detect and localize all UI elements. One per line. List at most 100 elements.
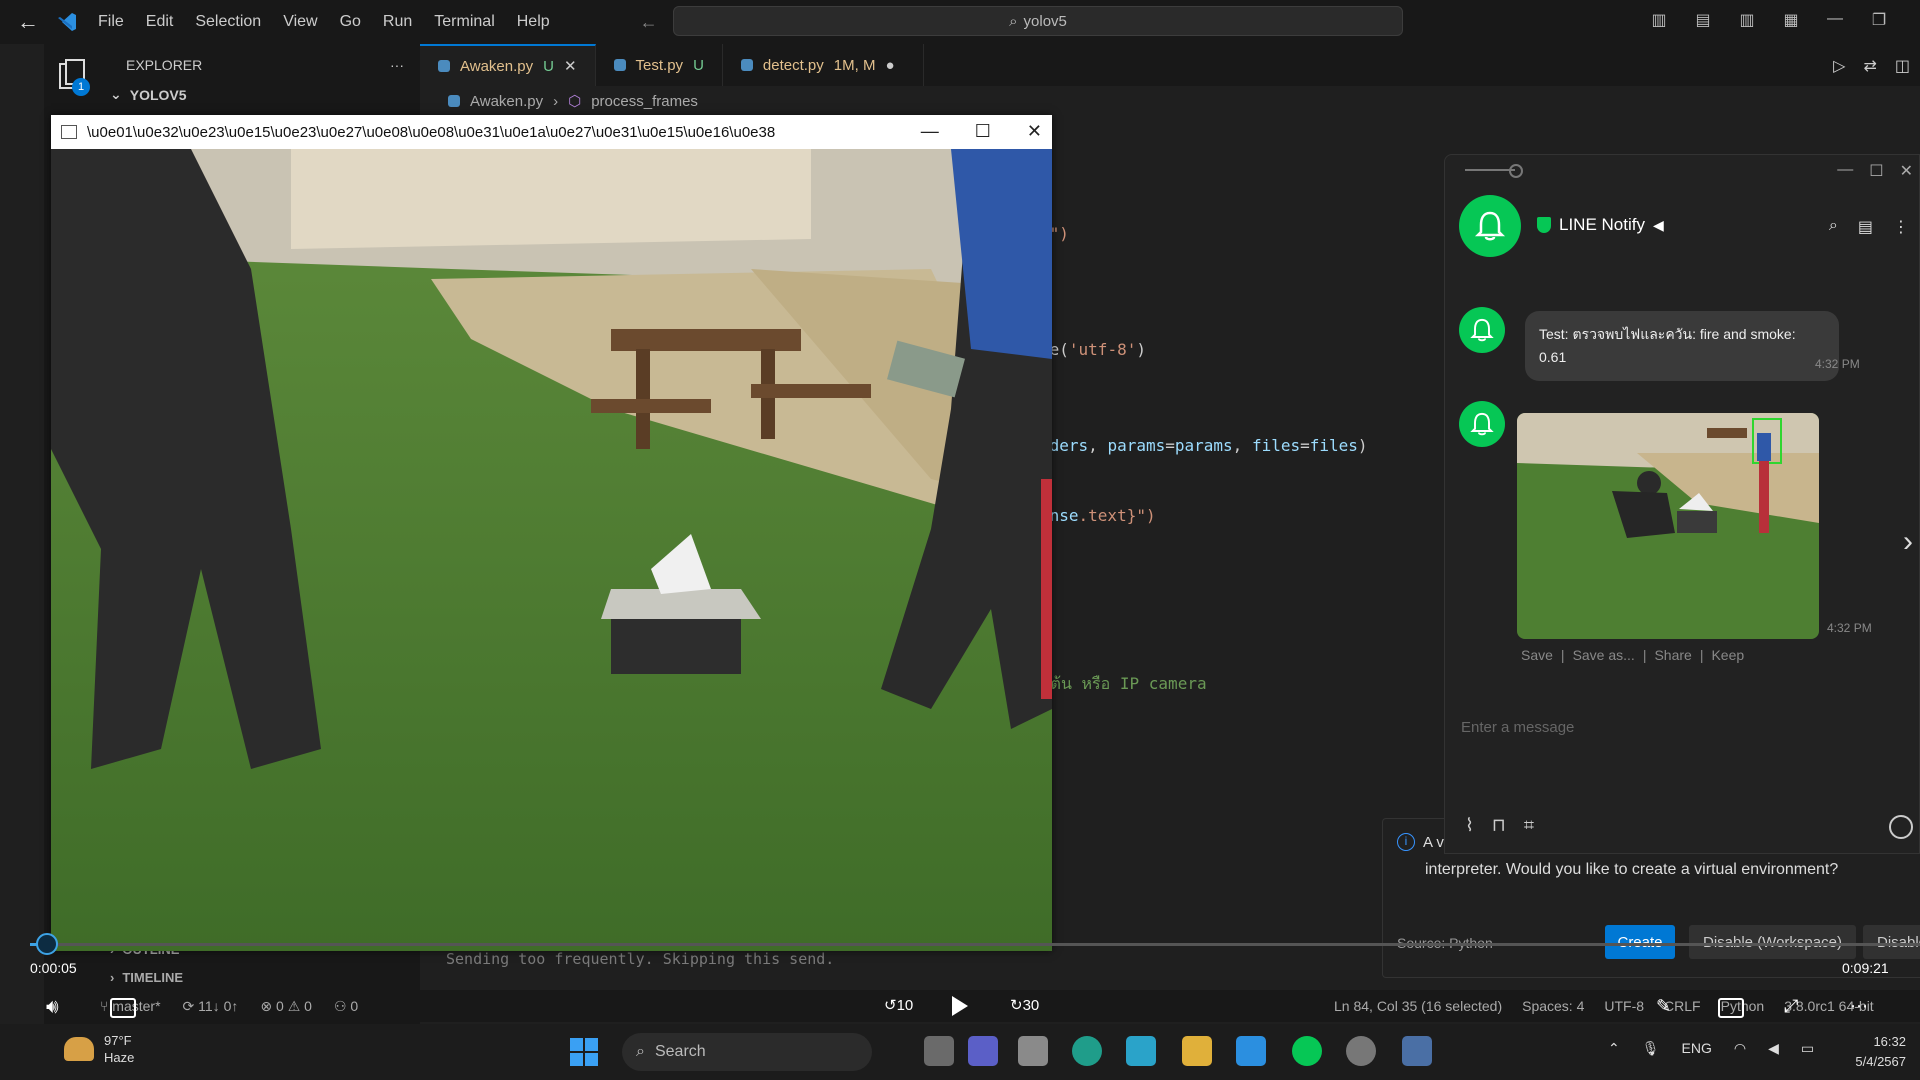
toggle-secondary-sidebar-icon[interactable]: ▥: [1736, 10, 1758, 30]
notes-icon[interactable]: ▤: [1858, 217, 1873, 237]
python-taskbar-icon[interactable]: [1402, 1036, 1432, 1066]
notification-head: A v: [1423, 833, 1444, 851]
save-as-link[interactable]: Save as...: [1573, 647, 1635, 663]
input-language[interactable]: ENG: [1682, 1040, 1712, 1057]
search-icon[interactable]: ⌕: [1829, 217, 1838, 237]
more-vertical-icon[interactable]: ⋮: [1893, 217, 1909, 237]
app-l-icon[interactable]: [1126, 1036, 1156, 1066]
store-icon[interactable]: [1018, 1036, 1048, 1066]
tab-test[interactable]: Test.py U: [596, 44, 723, 86]
toggle-sidebar-icon[interactable]: ▥: [1648, 10, 1670, 30]
line-chat-window: — ☐ ✕ LINE Notify ◀ ⌕ ▤ ⋮ Test: ตรวจพบไฟ…: [1444, 154, 1920, 854]
close-icon[interactable]: ✕: [564, 57, 577, 75]
sender-avatar[interactable]: [1459, 401, 1505, 447]
message-input[interactable]: Enter a message: [1461, 719, 1574, 736]
maximize-icon[interactable]: ❐: [1868, 10, 1890, 30]
speaker-icon[interactable]: ◀: [1768, 1040, 1779, 1057]
video-preview-window[interactable]: \u0e01\u0e32\u0e23\u0e15\u0e23\u0e27\u0e…: [51, 115, 1052, 951]
menu-help[interactable]: Help: [517, 13, 550, 31]
captions-icon[interactable]: [110, 998, 136, 1018]
menu-edit[interactable]: Edit: [146, 13, 174, 31]
wifi-icon[interactable]: ◠: [1734, 1040, 1746, 1057]
split-editor-icon[interactable]: ◫: [1895, 56, 1910, 76]
create-button[interactable]: Create: [1605, 925, 1675, 959]
maximize-icon[interactable]: ☐: [975, 121, 991, 142]
clock-date: 5/4/2567: [1855, 1054, 1906, 1069]
run-icon[interactable]: ▷: [1833, 56, 1845, 76]
disable-workspace-button[interactable]: Disable (Workspace): [1689, 925, 1856, 959]
weather-widget[interactable]: 97°F Haze: [64, 1032, 134, 1066]
tab-awaken[interactable]: Awaken.py U ✕: [420, 44, 596, 86]
emoji-icon[interactable]: [1889, 815, 1913, 839]
edge-icon[interactable]: [1072, 1036, 1102, 1066]
line-notify-avatar[interactable]: [1459, 195, 1521, 257]
fullscreen-icon[interactable]: ⤢: [1784, 996, 1798, 1017]
customize-layout-icon[interactable]: ▦: [1780, 10, 1802, 30]
minimize-icon[interactable]: —: [1824, 10, 1846, 30]
project-folder[interactable]: ⌄ YOLOV5: [98, 86, 420, 103]
unsaved-dot-icon[interactable]: ●: [885, 57, 894, 74]
seek-bar-thumb[interactable]: [36, 933, 58, 955]
task-view-icon[interactable]: [924, 1036, 954, 1066]
back-arrow-icon[interactable]: ←: [0, 9, 56, 35]
preview-title-bar[interactable]: \u0e01\u0e32\u0e23\u0e15\u0e23\u0e27\u0e…: [51, 115, 1052, 149]
breadcrumb-file[interactable]: Awaken.py: [470, 93, 543, 110]
explorer-more-icon[interactable]: ···: [390, 57, 404, 73]
breadcrumb-symbol[interactable]: process_frames: [591, 93, 698, 110]
rewind-10-icon[interactable]: ↺10: [884, 996, 913, 1014]
taskbar-search-label: Search: [654, 1043, 706, 1060]
disable-button[interactable]: Disable: [1863, 925, 1920, 959]
start-button[interactable]: [570, 1038, 598, 1066]
taskbar-search[interactable]: ⌕ Search: [622, 1033, 872, 1071]
screenshot-icon[interactable]: ⌗: [1524, 815, 1534, 836]
menu-selection[interactable]: Selection: [195, 13, 261, 31]
current-time: 0:00:05: [30, 960, 77, 976]
menu-go[interactable]: Go: [340, 13, 361, 31]
go-back-icon[interactable]: ←: [640, 12, 658, 33]
timeline-section[interactable]: › TIMELINE: [110, 970, 183, 985]
compare-icon[interactable]: ⇄: [1863, 56, 1876, 76]
breadcrumb: Awaken.py › ⬡ process_frames: [448, 92, 698, 110]
chrome-icon[interactable]: [1346, 1036, 1376, 1066]
cast-icon[interactable]: [1718, 998, 1744, 1018]
tab-detect[interactable]: detect.py 1M, M ●: [723, 44, 924, 86]
keep-link[interactable]: Keep: [1711, 647, 1744, 663]
menu-file[interactable]: File: [98, 13, 124, 31]
battery-icon[interactable]: ▭: [1801, 1040, 1814, 1057]
menu-terminal[interactable]: Terminal: [434, 13, 494, 31]
maximize-icon[interactable]: ☐: [1869, 161, 1883, 181]
volume-icon[interactable]: 🔊︎: [46, 996, 59, 1019]
command-center-label: yolov5: [1023, 12, 1067, 30]
save-link[interactable]: Save: [1521, 647, 1553, 663]
toggle-panel-icon[interactable]: ▤: [1692, 10, 1714, 30]
teams-icon[interactable]: [968, 1036, 998, 1066]
code-text: .text}"): [1078, 506, 1156, 525]
close-icon[interactable]: ✕: [1900, 161, 1913, 181]
menu-run[interactable]: Run: [383, 13, 412, 31]
clock[interactable]: 16:32 5/4/2567: [1846, 1032, 1906, 1072]
explorer-badge: 1: [72, 78, 90, 96]
more-icon[interactable]: ⋯: [1850, 996, 1868, 1017]
line-taskbar-icon[interactable]: [1292, 1036, 1322, 1066]
close-icon[interactable]: ✕: [1027, 121, 1042, 142]
photo-message[interactable]: [1517, 413, 1819, 639]
minimize-icon[interactable]: —: [1837, 161, 1853, 181]
microphone-icon[interactable]: 🎙︎: [1642, 1040, 1660, 1057]
attachment-icon[interactable]: ⌇: [1465, 815, 1474, 836]
pin-slider-icon[interactable]: [1465, 164, 1523, 178]
minimize-icon[interactable]: —: [921, 121, 939, 142]
vscode-taskbar-icon[interactable]: [1236, 1036, 1266, 1066]
seek-bar[interactable]: [30, 933, 1920, 955]
bookmark-icon[interactable]: ⊓: [1492, 815, 1506, 836]
command-center[interactable]: ⌕ yolov5: [673, 6, 1403, 36]
sender-avatar[interactable]: [1459, 307, 1505, 353]
share-link[interactable]: Share: [1654, 647, 1691, 663]
chevron-right-icon[interactable]: ›: [1903, 525, 1913, 559]
file-explorer-icon[interactable]: [1182, 1036, 1212, 1066]
edit-pen-icon[interactable]: ✎: [1656, 996, 1671, 1017]
play-icon[interactable]: [952, 996, 968, 1016]
menu-view[interactable]: View: [283, 13, 317, 31]
chevron-up-icon[interactable]: ⌃: [1608, 1040, 1620, 1057]
message-bubble[interactable]: Test: ตรวจพบไฟและควัน: fire and smoke: 0…: [1525, 311, 1839, 381]
forward-30-icon[interactable]: ↻30: [1010, 996, 1039, 1014]
